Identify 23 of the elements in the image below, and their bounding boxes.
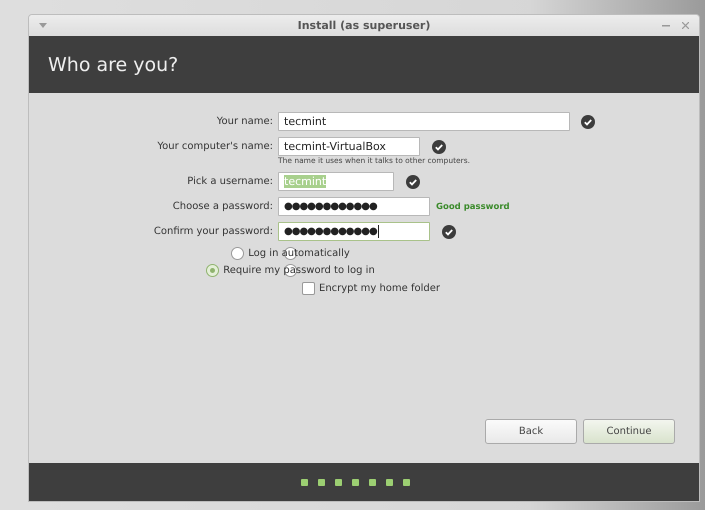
radio-button[interactable] — [206, 264, 220, 277]
input-field[interactable]: ●●●●●●●●●●●● — [278, 197, 430, 216]
back-button[interactable]: Back — [485, 419, 577, 444]
continue-button[interactable]: Continue — [583, 419, 675, 444]
close-icon[interactable] — [682, 22, 689, 29]
radio-button[interactable] — [231, 247, 244, 260]
field-label: Your computer's name: — [156, 141, 274, 152]
option-label: Encrypt my home folder — [319, 283, 440, 294]
field-label: Your name: — [216, 116, 274, 127]
minimize-icon[interactable] — [662, 24, 670, 26]
option-label: Log in automatically — [248, 248, 350, 259]
window-title: Install (as superuser) — [298, 19, 430, 32]
field-label: Choose a password: — [172, 201, 274, 212]
field-label: Confirm your password: — [152, 226, 274, 237]
password-strength: Good password — [436, 202, 510, 212]
input-field[interactable]: ●●●●●●●●●●●● — [278, 222, 430, 241]
option-label: Require my password to log in — [223, 265, 375, 276]
checkbox[interactable] — [302, 282, 315, 295]
page-title: Who are you? — [48, 54, 178, 76]
input-field[interactable]: tecmint-VirtualBox — [278, 137, 420, 156]
field-label: Pick a username: — [186, 176, 274, 187]
input-field[interactable]: tecmint — [278, 112, 570, 131]
menu-icon[interactable] — [39, 23, 47, 28]
